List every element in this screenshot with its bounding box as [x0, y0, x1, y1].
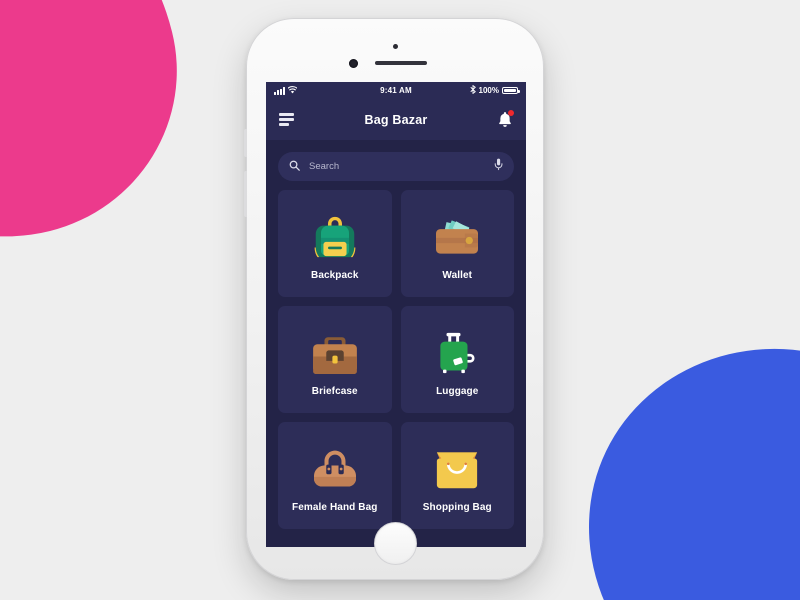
- category-label: Briefcase: [311, 385, 358, 397]
- signal-bars-icon: [274, 87, 285, 95]
- category-card-shopping-bag[interactable]: Shopping Bag: [400, 422, 514, 529]
- status-bar-right: 100%: [412, 84, 520, 96]
- search-area: [266, 140, 526, 190]
- category-label: Shopping Bag: [422, 501, 492, 513]
- phone-mockup: 9:41 AM 100% Bag Bazar Search Backpack W…: [244, 18, 544, 580]
- app-title: Bag Bazar: [364, 112, 428, 127]
- category-label: Wallet: [442, 269, 473, 281]
- bluetooth-icon: [469, 84, 476, 96]
- category-card-briefcase[interactable]: Briefcase: [278, 306, 392, 413]
- proximity-sensor-icon: [393, 44, 398, 49]
- status-bar: 9:41 AM 100%: [266, 82, 526, 99]
- front-camera-icon: [349, 59, 358, 68]
- wifi-icon: [287, 85, 298, 96]
- briefcase-icon: [303, 323, 367, 383]
- status-bar-time: 9:41 AM: [380, 86, 412, 95]
- home-button[interactable]: [373, 522, 417, 565]
- earpiece-speaker-icon: [375, 61, 427, 65]
- category-card-wallet[interactable]: Wallet: [400, 190, 514, 297]
- search-input[interactable]: [309, 161, 485, 172]
- battery-full-icon: [502, 86, 520, 95]
- category-card-female-hand-bag[interactable]: Female Hand Bag: [278, 422, 392, 529]
- background-blob-blue: [563, 324, 800, 600]
- category-label: Female Hand Bag: [292, 501, 378, 513]
- backpack-icon: [303, 207, 367, 267]
- category-card-luggage[interactable]: Luggage: [400, 306, 514, 413]
- battery-percent-label: 100%: [478, 86, 499, 95]
- phone-screen: 9:41 AM 100% Bag Bazar Search Backpack W…: [266, 82, 526, 547]
- category-label: Luggage: [436, 385, 479, 397]
- hamburger-menu-icon[interactable]: [279, 113, 295, 126]
- search-bar[interactable]: [278, 152, 514, 181]
- notification-badge-dot: [508, 109, 514, 116]
- category-label: Backpack: [311, 269, 359, 281]
- shopping-bag-icon: [425, 439, 489, 499]
- luggage-icon: [425, 323, 489, 383]
- wallet-icon: [425, 207, 489, 267]
- category-grid: Backpack Wallet Briefcase Luggage Female…: [266, 190, 526, 529]
- app-bar: Bag Bazar: [266, 99, 526, 140]
- category-card-backpack[interactable]: Backpack: [278, 190, 392, 297]
- status-bar-left: [274, 85, 380, 96]
- notification-bell-button[interactable]: [497, 109, 514, 129]
- microphone-icon[interactable]: [494, 158, 503, 176]
- handbag-icon: [303, 439, 367, 499]
- search-icon: [289, 158, 300, 176]
- background-blob-pink: [0, 0, 212, 279]
